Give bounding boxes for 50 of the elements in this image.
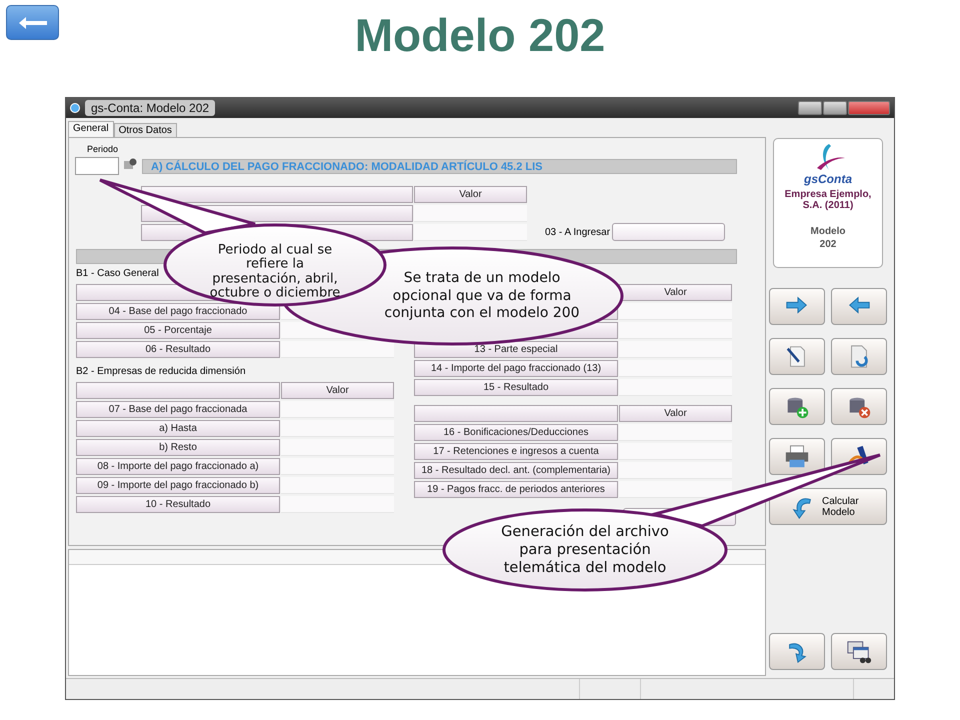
period-label: Periodo <box>87 144 118 154</box>
app-icon <box>70 103 80 113</box>
column-header: Valor <box>619 405 732 422</box>
period-field[interactable] <box>75 157 119 175</box>
maximize-button[interactable] <box>823 101 847 115</box>
logo-text: gsConta <box>804 172 852 186</box>
row-label-button[interactable]: 17 - Retenciones e ingresos a cuenta <box>414 443 618 460</box>
window-title: gs-Conta: Modelo 202 <box>85 100 216 116</box>
column-header: Valor <box>281 382 394 399</box>
toolbar-button[interactable] <box>831 633 887 670</box>
subsection-label: B1 - Caso General <box>76 268 159 281</box>
row-label-button[interactable]: 15 - Resultado <box>414 379 618 396</box>
tab[interactable]: Otros Datos <box>114 123 177 137</box>
row-label-button[interactable]: 14 - Importe del pago fraccionado (13) <box>414 360 618 377</box>
toolbar-button[interactable] <box>831 388 887 425</box>
row-label-button[interactable]: 04 - Base del pago fraccionado <box>76 303 280 320</box>
callout-text: Periodo al cual se refiere la presentación, abril, octubre o diciembre <box>208 243 342 301</box>
minimize-button[interactable] <box>798 101 822 115</box>
row-label-button[interactable]: 18 - Resultado decl. ant. (complementaria) <box>414 462 618 479</box>
row-label-button[interactable]: 08 - Importe del pago fraccionado a) <box>76 458 280 475</box>
windows-binoculars-icon <box>846 638 872 664</box>
tab[interactable]: General <box>68 121 114 137</box>
left-arrow-icon <box>18 16 48 30</box>
model-number: 202 <box>820 238 836 251</box>
row-label-button[interactable]: 07 - Base del pago fraccionada <box>76 401 280 418</box>
row-label-button[interactable]: b) Resto <box>76 439 280 456</box>
row-label-button[interactable]: a) Hasta <box>76 420 280 437</box>
back-button[interactable] <box>6 5 59 40</box>
printer-icon <box>784 444 810 470</box>
toolbar-button[interactable] <box>769 438 825 475</box>
section-header: A) CÁLCULO DEL PAGO FRACCIONADO: MODALIDAD ARTÍCULO 45.2 LIS <box>142 159 737 174</box>
column-header: Valor <box>619 284 732 301</box>
callout-text: Se trata de un modelo opcional que va de forma conjunta con el modelo 200 <box>384 270 580 322</box>
row-label-button[interactable]: 16 - Bonificaciones/Deducciones <box>414 424 618 441</box>
field-label: 03 - A Ingresar <box>545 226 610 238</box>
company-name: Empresa Ejemplo, S.A. (2011) <box>784 189 872 211</box>
subsection-label: B2 - Empresas de reducida dimensión <box>76 366 246 379</box>
row-label-button[interactable]: 06 - Resultado <box>76 341 280 358</box>
slide-title: Modelo 202 <box>354 8 606 63</box>
column-header: Valor <box>414 186 527 203</box>
calculate-button[interactable]: Calcular Modelo <box>769 488 887 525</box>
model-label: Modelo <box>810 225 846 238</box>
row-label-button[interactable]: 05 - Porcentaje <box>76 322 280 339</box>
lookup-icon[interactable] <box>123 158 138 170</box>
callout-text: Generación del archivo para presentación telemática del modelo <box>500 522 670 578</box>
row-label-button[interactable]: 10 - Resultado <box>76 496 280 513</box>
row-label-button[interactable]: 19 - Pagos fracc. de periodos anteriores <box>414 481 618 498</box>
toolbar-button[interactable] <box>769 388 825 425</box>
amount-field[interactable] <box>612 223 726 241</box>
row-label-button[interactable]: 09 - Importe del pago fraccionado b) <box>76 477 280 494</box>
